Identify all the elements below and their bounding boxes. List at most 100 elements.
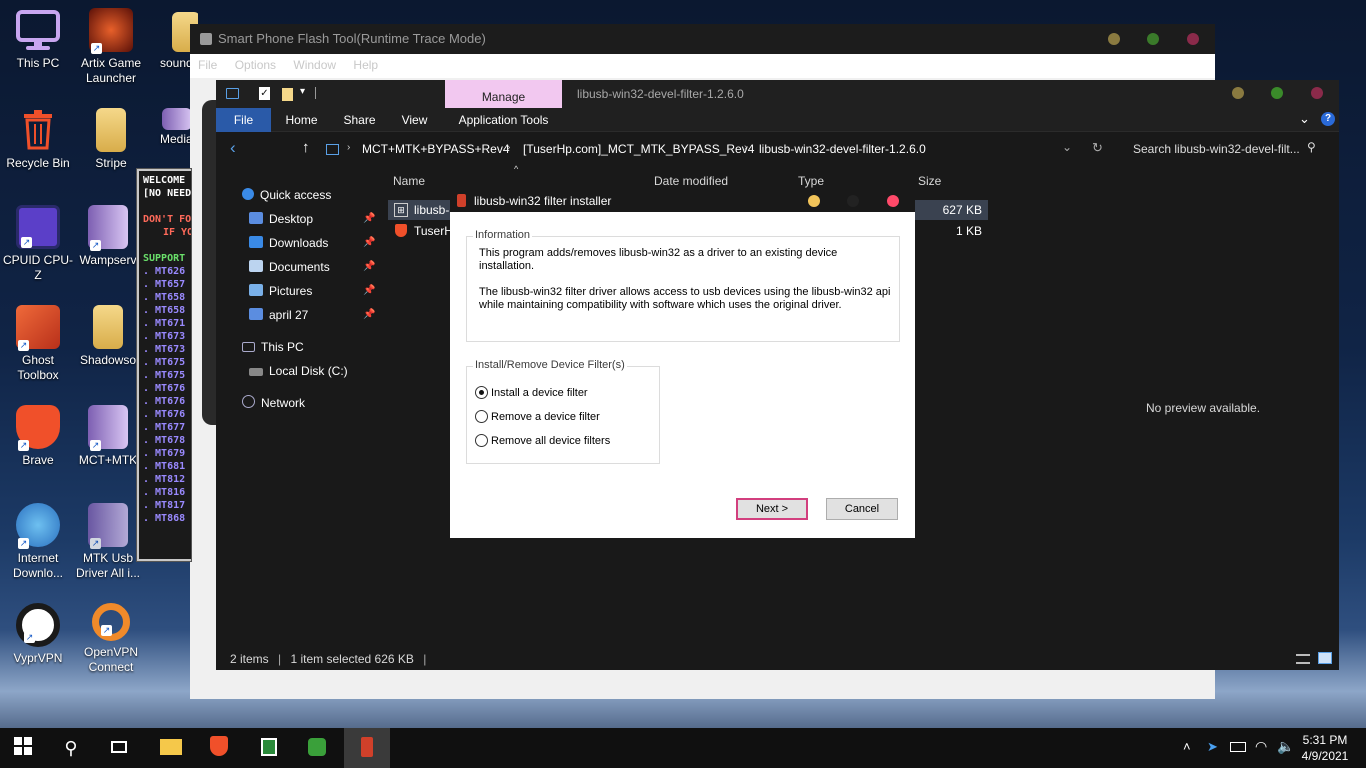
maximize-dot-icon[interactable] <box>1271 87 1283 99</box>
pin-icon[interactable]: 📌 <box>363 256 375 278</box>
properties-check-icon[interactable]: ✓ <box>259 87 270 100</box>
desktop-icon-media[interactable]: Media <box>140 108 192 147</box>
desktop-icon-artix[interactable]: ↗ Artix Game Launcher <box>73 8 149 86</box>
column-header-name[interactable]: Name <box>393 174 425 188</box>
console-line: IF YO <box>163 227 192 238</box>
refresh-icon[interactable]: ↻ <box>1092 140 1103 156</box>
desktop-icon-recycle-bin[interactable]: Recycle Bin <box>0 108 76 171</box>
breadcrumb-item[interactable]: MCT+MTK+BYPASS+Rev4 <box>362 142 510 156</box>
quick-access-dropdown-icon[interactable]: ▾ <box>300 86 305 97</box>
menu-options[interactable]: Options <box>235 58 276 72</box>
volume-icon[interactable]: 🔈 <box>1277 738 1294 755</box>
cancel-button[interactable]: Cancel <box>826 498 898 520</box>
telegram-tray-icon[interactable]: ➤ <box>1207 739 1218 755</box>
column-header-date[interactable]: Date modified <box>654 174 728 188</box>
radio-remove-filter[interactable]: Remove a device filter <box>475 410 600 424</box>
desktop-icon-shadowsocks[interactable]: Shadowso <box>70 305 146 368</box>
radio-button-checked[interactable] <box>475 386 488 399</box>
search-button[interactable]: ⚲ <box>48 728 94 768</box>
nav-documents[interactable]: Documents 📌 <box>249 256 375 278</box>
pin-icon[interactable]: 📌 <box>363 304 375 326</box>
ribbon-expand-chevron-icon[interactable]: ⌄ <box>1299 111 1310 127</box>
desktop-icon-stripe[interactable]: Stripe <box>73 108 149 171</box>
folder-nav-icon[interactable] <box>226 88 239 99</box>
minimize-dot-icon[interactable] <box>1108 33 1120 45</box>
close-dot-icon[interactable] <box>1311 87 1323 99</box>
explorer-titlebar[interactable]: ✓ ▾ Manage libusb-win32-devel-filter-1.2… <box>216 80 1339 108</box>
column-header-size[interactable]: Size <box>918 174 941 188</box>
nav-april-27[interactable]: april 27 📌 <box>249 304 375 326</box>
close-dot-icon[interactable] <box>887 195 899 207</box>
radio-label: Install a device filter <box>491 387 588 399</box>
pin-icon[interactable]: 📌 <box>363 232 375 254</box>
taskbar-app-green[interactable] <box>294 728 340 768</box>
menu-help[interactable]: Help <box>353 58 378 72</box>
back-arrow-icon[interactable]: ‹ <box>230 138 236 158</box>
nav-quick-access[interactable]: Quick access <box>242 184 331 206</box>
radio-button[interactable] <box>475 434 488 447</box>
information-legend: Information <box>473 229 533 241</box>
address-dropdown-icon[interactable]: ⌄ <box>1062 140 1072 154</box>
breadcrumb-item[interactable]: libusb-win32-devel-filter-1.2.6.0 <box>759 142 926 156</box>
desktop-icon-brave[interactable]: ↗ Brave <box>0 405 76 468</box>
tab-view[interactable]: View <box>387 108 442 132</box>
desktop-icon-mct-mtk[interactable]: ↗ MCT+MTK <box>70 405 146 468</box>
desktop-icon-cpuz[interactable]: ↗ CPUID CPU-Z <box>0 205 76 283</box>
radio-remove-all-filters[interactable]: Remove all device filters <box>475 434 610 448</box>
pin-icon[interactable]: 📌 <box>363 208 375 230</box>
tab-file[interactable]: File <box>216 108 271 132</box>
desktop-icon-label: Internet Downlo... <box>12 551 64 580</box>
nav-local-disk[interactable]: Local Disk (C:) <box>249 360 348 382</box>
taskbar-filter-installer[interactable] <box>344 728 390 768</box>
taskbar-notepad[interactable] <box>246 728 292 768</box>
taskbar-file-explorer[interactable] <box>148 728 194 768</box>
maximize-dot-icon[interactable] <box>847 195 859 207</box>
nav-desktop[interactable]: Desktop 📌 <box>249 208 375 230</box>
column-header-type[interactable]: Type <box>798 174 824 188</box>
information-group: Information This program adds/removes li… <box>466 229 900 342</box>
wifi-icon[interactable]: ◠ <box>1255 738 1267 755</box>
tab-application-tools[interactable]: Application Tools <box>445 108 562 132</box>
next-button[interactable]: Next > <box>736 498 808 520</box>
minimize-dot-icon[interactable] <box>1232 87 1244 99</box>
show-hidden-icons-chevron-icon[interactable]: ˄ <box>1183 739 1191 754</box>
details-view-icon[interactable] <box>1296 654 1310 664</box>
radio-install-filter[interactable]: Install a device filter <box>475 386 588 400</box>
clock[interactable]: 5:31 PM 4/9/2021 <box>1300 732 1350 764</box>
manage-context-tab[interactable]: Manage <box>445 80 562 108</box>
pin-icon[interactable]: 📌 <box>363 280 375 302</box>
menu-file[interactable]: File <box>198 58 217 72</box>
maximize-dot-icon[interactable] <box>1147 33 1159 45</box>
tab-share[interactable]: Share <box>332 108 387 132</box>
close-dot-icon[interactable] <box>1187 33 1199 45</box>
nav-this-pc[interactable]: This PC <box>242 336 304 358</box>
desktop-icon-this-pc[interactable]: This PC <box>0 8 76 71</box>
battery-icon[interactable] <box>1230 742 1246 752</box>
up-arrow-icon[interactable]: ↑ <box>302 139 310 156</box>
desktop-icon-idm[interactable]: ↗ Internet Downlo... <box>0 503 76 581</box>
flash-tool-titlebar[interactable]: Smart Phone Flash Tool(Runtime Trace Mod… <box>190 24 1215 54</box>
dialog-titlebar[interactable]: libusb-win32 filter installer <box>450 190 915 212</box>
new-folder-icon[interactable] <box>282 88 293 101</box>
large-icons-view-icon[interactable] <box>1318 652 1332 664</box>
breadcrumb-item[interactable]: [TuserHp.com]_MCT_MTK_BYPASS_Rev4 <box>523 142 754 156</box>
search-input[interactable]: Search libusb-win32-devel-filt... <box>1133 142 1300 156</box>
desktop-icon-mtk-usb-driver[interactable]: ↗ MTK Usb Driver All i... <box>70 503 146 581</box>
tab-home[interactable]: Home <box>274 108 329 132</box>
task-view-button[interactable] <box>96 728 142 768</box>
taskbar-brave[interactable] <box>196 728 242 768</box>
start-button[interactable] <box>0 728 46 768</box>
desktop-icon-wampserver[interactable]: ↗ Wampserv <box>70 205 146 268</box>
menu-window[interactable]: Window <box>293 58 336 72</box>
nav-downloads[interactable]: Downloads 📌 <box>249 232 375 254</box>
desktop-icon-vyprvpn[interactable]: ↗ VyprVPN <box>0 603 76 666</box>
console-line: . MT678 <box>143 435 186 446</box>
help-icon[interactable]: ? <box>1321 112 1335 126</box>
desktop-icon-openvpn[interactable]: ↗ OpenVPN Connect <box>73 603 149 675</box>
desktop-icon-ghost-toolbox[interactable]: ↗ Ghost Toolbox <box>0 305 76 383</box>
nav-network[interactable]: Network <box>242 392 305 414</box>
nav-pictures[interactable]: Pictures 📌 <box>249 280 375 302</box>
preview-pane-text: No preview available. <box>1146 401 1261 415</box>
radio-button[interactable] <box>475 410 488 423</box>
minimize-dot-icon[interactable] <box>808 195 820 207</box>
